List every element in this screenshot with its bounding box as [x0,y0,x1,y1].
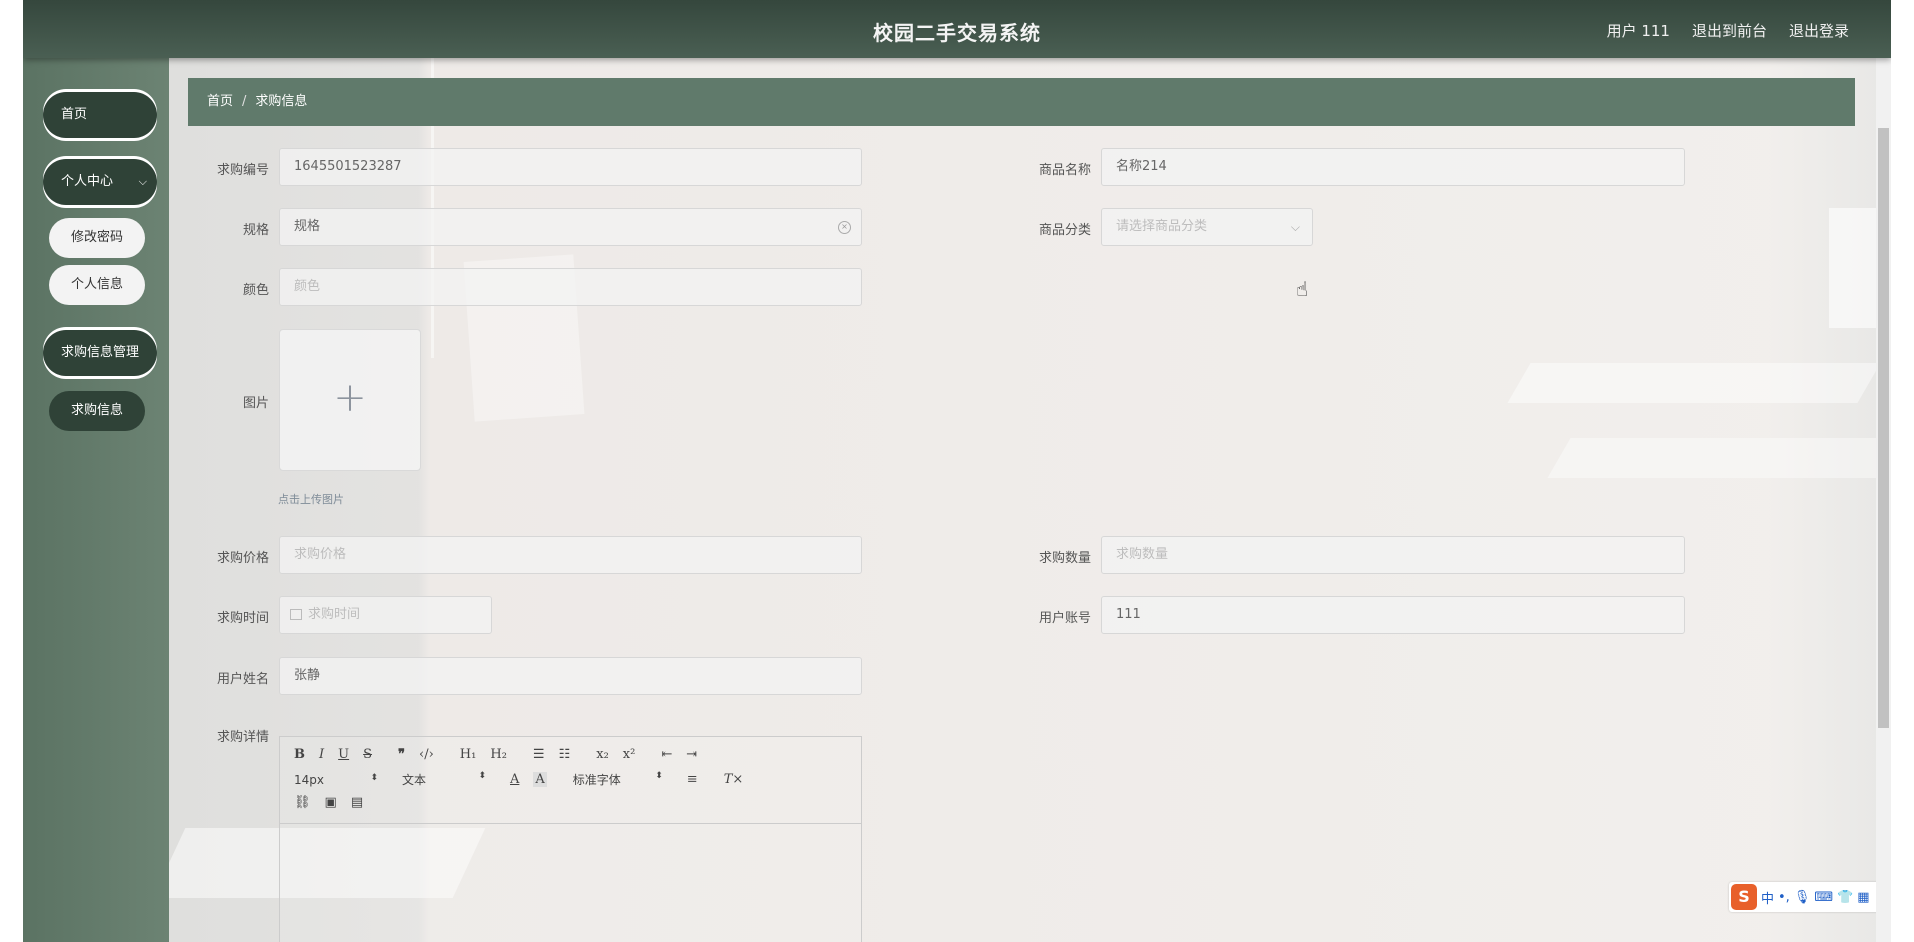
time-label: 求购时间 [216,611,269,626]
category-placeholder: 请选择商品分类 [1116,219,1208,234]
purchase-no-label: 求购编号 [216,163,269,178]
color-label: 颜色 [242,283,269,298]
background-decor [1507,363,1881,403]
apps-icon[interactable]: ▦ [1857,890,1869,905]
category-select[interactable]: 请选择商品分类 ⌵ [1101,208,1313,246]
category-label: 商品分类 [1038,223,1091,238]
font-size-value: 14px [294,772,324,787]
spec-input[interactable]: 规格 × [279,208,862,246]
spec-value: 规格 [294,219,321,234]
sidebar-item-personal-center[interactable]: 个人中心 ⌵ [43,159,157,205]
indent-icon[interactable]: ⇥ [686,747,697,762]
top-bar: 校园二手交易系统 用户 111 退出到前台 退出登录 [23,0,1891,58]
rich-text-editor: B I U S ❞ ‹/› H₁ H₂ ☰ ☷ x₂ x² ⇤ ⇥ 14px ⬍ [279,736,862,942]
color-input[interactable]: 颜色 [279,268,862,306]
italic-icon[interactable]: I [319,747,324,762]
account-input[interactable]: 111 [1101,596,1685,634]
chevron-down-icon: ⌵ [138,175,147,188]
account-label: 用户账号 [1038,611,1091,626]
price-label: 求购价格 [216,551,269,566]
punctuation-icon[interactable]: •, [1778,890,1790,905]
main-content: 首页 / 求购信息 求购编号 1645501523287 商品名称 名称214 规格… [169,58,1891,942]
editor-content-area[interactable] [280,824,861,942]
code-block-icon[interactable]: ‹/› [419,747,434,762]
sidebar-item-label: 求购信息管理 [61,345,140,360]
product-name-input[interactable]: 名称214 [1101,148,1685,186]
breadcrumb-home[interactable]: 首页 [207,94,233,109]
sidebar-item-home[interactable]: 首页 [43,92,157,138]
bullet-list-icon[interactable]: ☷ [559,747,571,762]
scroll-thumb[interactable] [1878,128,1889,728]
sidebar-item-personal-info[interactable]: 个人信息 [49,265,145,305]
breadcrumb-current: 求购信息 [255,94,308,109]
logout-link[interactable]: 退出登录 [1789,20,1849,41]
video-icon[interactable]: ▤ [351,795,363,810]
username-label: 用户姓名 [216,672,269,687]
updown-icon: ⬍ [370,772,378,783]
sidebar-item-label: 个人中心 [61,174,114,189]
exit-front-link[interactable]: 退出到前台 [1692,20,1767,41]
ime-lang: 中 [1761,891,1775,907]
quantity-input[interactable]: 求购数量 [1101,536,1685,574]
align-icon[interactable]: ≡ [687,772,698,787]
background-decor [1547,438,1891,478]
header2-icon[interactable]: H₂ [490,747,507,762]
image-upload[interactable]: + [279,329,421,471]
strikethrough-icon[interactable]: S [363,747,372,762]
keyboard-icon[interactable]: ⌨ [1814,890,1833,905]
username-input[interactable]: 张静 [279,657,862,695]
ime-toolbar[interactable]: S 中 •, 🎙 ⌨ 👕 ▦ [1729,882,1891,912]
sidebar-item-change-password[interactable]: 修改密码 [49,218,145,258]
font-family-value: 标准字体 [572,773,621,787]
image-label: 图片 [242,396,269,411]
sidebar-item-purchase-mgmt[interactable]: 求购信息管理 [43,330,157,376]
link-icon[interactable]: ⛓ [294,795,311,810]
updown-icon: ⬍ [478,771,486,781]
underline-icon[interactable]: U [338,747,349,762]
user-link[interactable]: 用户 111 [1607,20,1670,41]
microphone-icon[interactable]: 🎙 [1794,890,1811,905]
chevron-down-icon: ⌵ [1290,220,1300,234]
ordered-list-icon[interactable]: ☰ [533,747,545,762]
app-shell: 校园二手交易系统 用户 111 退出到前台 退出登录 首页 个人中心 ⌵ 修改密… [23,0,1891,942]
text-type-value: 文本 [402,773,427,787]
breadcrumb: 首页 / 求购信息 [188,78,1855,126]
time-placeholder: 求购时间 [308,607,361,622]
top-links: 用户 111 退出到前台 退出登录 [1607,20,1849,41]
background-color-icon[interactable]: A [533,772,547,787]
page-scrollbar[interactable] [1876,58,1891,942]
purchase-no-input[interactable]: 1645501523287 [279,148,862,186]
details-label: 求购详情 [216,730,269,745]
font-color-icon[interactable]: A [510,772,519,787]
hand-cursor-icon: ☝ [1296,277,1309,301]
time-picker[interactable]: 求购时间 [279,596,492,634]
image-icon[interactable]: ▣ [325,795,337,810]
sidebar: 首页 个人中心 ⌵ 修改密码 个人信息 求购信息管理 求购信息 [23,58,169,942]
sidebar-item-purchase-info[interactable]: 求购信息 [49,391,145,431]
sidebar-item-label: 首页 [61,107,88,122]
text-type-select[interactable]: 文本 ⬍ [402,771,486,788]
blockquote-icon[interactable]: ❞ [398,747,405,762]
font-family-select[interactable]: 标准字体 ⬍ [573,771,663,788]
clear-icon[interactable]: × [838,221,851,234]
calendar-icon [290,609,302,620]
subscript-icon[interactable]: x₂ [596,747,609,762]
header1-icon[interactable]: H₁ [460,747,477,762]
plus-icon: + [333,375,367,421]
sogou-logo-icon: S [1731,884,1757,910]
editor-toolbar: B I U S ❞ ‹/› H₁ H₂ ☰ ☷ x₂ x² ⇤ ⇥ 14px ⬍ [280,737,861,824]
font-size-select[interactable]: 14px ⬍ [294,773,378,787]
superscript-icon[interactable]: x² [623,747,636,762]
upload-tip: 点击上传图片 [278,493,344,506]
spec-label: 规格 [242,223,269,238]
price-input[interactable]: 求购价格 [279,536,862,574]
clear-format-icon[interactable]: T× [724,772,744,787]
outdent-icon[interactable]: ⇤ [661,747,672,762]
product-name-label: 商品名称 [1038,163,1091,178]
updown-icon: ⬍ [655,771,663,781]
breadcrumb-separator: / [242,94,247,109]
bold-icon[interactable]: B [294,747,305,762]
quantity-label: 求购数量 [1038,551,1091,566]
skin-icon[interactable]: 👕 [1837,890,1853,905]
